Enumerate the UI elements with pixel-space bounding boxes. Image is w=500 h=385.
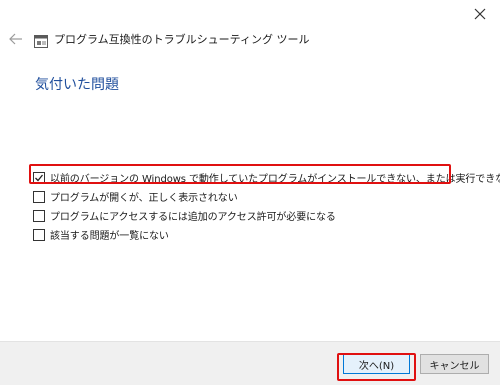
option-additional-permissions[interactable]: プログラムにアクセスするには追加のアクセス許可が必要になる (33, 206, 500, 225)
close-icon[interactable] (472, 6, 488, 22)
checkbox-unchecked[interactable] (33, 209, 45, 222)
checkbox-unchecked[interactable] (33, 190, 45, 203)
page-heading: 気付いた問題 (35, 77, 119, 93)
option-label: 該当する問題が一覧にない (50, 231, 169, 242)
troubleshooter-app-icon (34, 33, 48, 48)
cancel-button[interactable]: キャンセル (420, 354, 489, 374)
option-label: 以前のバージョンの Windows で動作していたプログラムがインストールできな… (50, 174, 500, 185)
troubleshooter-window: プログラム互換性のトラブルシューティング ツール 気付いた問題 以前のバージョン… (0, 0, 500, 385)
problem-options-list: 以前のバージョンの Windows で動作していたプログラムがインストールできな… (33, 168, 500, 244)
next-button[interactable]: 次へ(N) (343, 354, 410, 374)
window-title: プログラム互換性のトラブルシューティング ツール (54, 33, 310, 46)
title-bar: プログラム互換性のトラブルシューティング ツール (8, 29, 500, 49)
option-label: プログラムが開くが、正しく表示されない (50, 193, 238, 204)
footer-bar: 次へ(N) キャンセル (0, 341, 500, 385)
option-display-incorrectly[interactable]: プログラムが開くが、正しく表示されない (33, 187, 500, 206)
back-arrow-icon[interactable] (8, 31, 24, 47)
option-install-or-run-failure[interactable]: 以前のバージョンの Windows で動作していたプログラムがインストールできな… (33, 168, 500, 187)
checkbox-unchecked[interactable] (33, 228, 45, 241)
checkbox-checked[interactable] (33, 171, 45, 184)
option-not-listed[interactable]: 該当する問題が一覧にない (33, 225, 500, 244)
option-label: プログラムにアクセスするには追加のアクセス許可が必要になる (50, 212, 336, 223)
